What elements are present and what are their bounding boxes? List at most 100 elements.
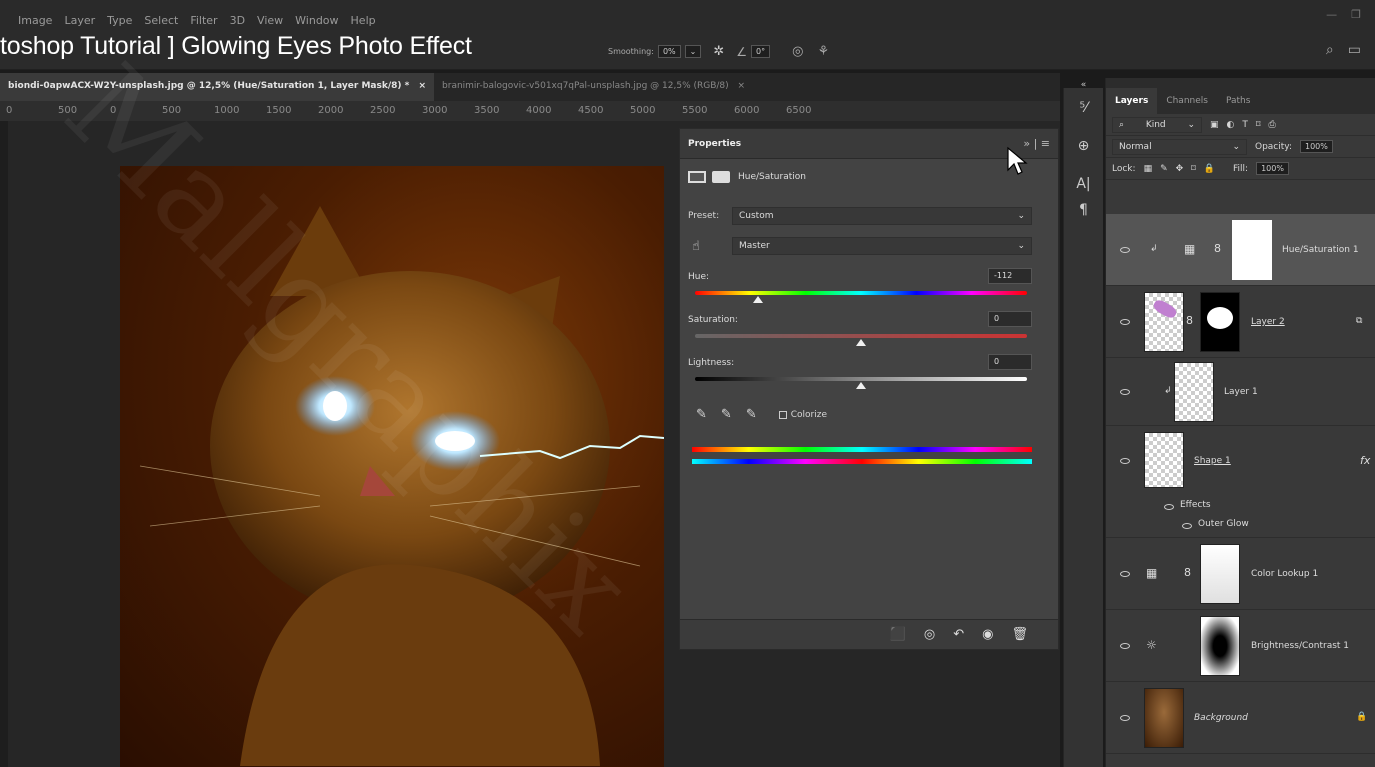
brightness-icon: ☼ xyxy=(1146,638,1157,652)
layer-row[interactable]: ▦ 8 Color Lookup 1 xyxy=(1106,538,1375,610)
chevron-down-icon[interactable]: ⌄ xyxy=(684,45,702,58)
lock-transparency-icon[interactable]: ▦ xyxy=(1144,164,1153,174)
workspace-icon[interactable]: ▭ xyxy=(1348,42,1361,58)
menu-filter[interactable]: Filter xyxy=(190,14,217,27)
adjustment-name: Hue/Saturation xyxy=(738,172,806,182)
filter-pixel-icon[interactable]: ▣ xyxy=(1210,120,1219,130)
hand-adjust-icon[interactable]: ☝ xyxy=(688,239,732,254)
menu-3d[interactable]: 3D xyxy=(230,14,245,27)
character-icon[interactable]: A| xyxy=(1064,176,1103,192)
layer-mask-thumbnail[interactable] xyxy=(1200,544,1240,604)
saturation-input[interactable]: 0 xyxy=(988,311,1032,327)
eye-icon[interactable] xyxy=(1120,715,1130,721)
eye-icon[interactable] xyxy=(1120,458,1130,464)
layer-mask-thumbnail[interactable] xyxy=(1232,220,1272,280)
channel-dropdown[interactable]: Master ⌄ xyxy=(732,237,1032,255)
menu-window[interactable]: Window xyxy=(295,14,338,27)
layer-row[interactable]: Background 🔒 xyxy=(1106,682,1375,754)
minimize-icon[interactable]: — xyxy=(1326,8,1337,21)
filter-type-icon[interactable]: T xyxy=(1242,120,1248,130)
menu-select[interactable]: Select xyxy=(144,14,178,27)
eye-icon[interactable] xyxy=(1120,571,1130,577)
angle-input[interactable]: 0° xyxy=(751,45,771,58)
close-icon[interactable]: × xyxy=(418,81,426,91)
saturation-slider-handle[interactable] xyxy=(856,339,866,346)
eye-icon[interactable] xyxy=(1120,389,1130,395)
layer-row[interactable]: Shape 1 fx Effects Outer Glow xyxy=(1106,426,1375,538)
hue-slider-track[interactable] xyxy=(695,291,1027,295)
eyedropper-plus-icon[interactable]: ✎ xyxy=(721,407,732,422)
collapse-icon[interactable]: « xyxy=(1064,80,1103,90)
trash-icon[interactable]: 🗑 xyxy=(1011,627,1028,642)
filter-adjustment-icon[interactable]: ◐ xyxy=(1227,120,1235,130)
blend-mode-value: Normal xyxy=(1119,141,1152,152)
view-previous-icon[interactable]: ◎ xyxy=(924,627,935,642)
eye-icon[interactable] xyxy=(1120,247,1130,253)
preset-dropdown[interactable]: Custom ⌄ xyxy=(732,207,1032,225)
eye-icon[interactable] xyxy=(1120,643,1130,649)
layer-mask-thumbnail[interactable] xyxy=(1200,616,1240,676)
symmetry-icon[interactable]: ⚘ xyxy=(817,44,829,59)
tab-paths[interactable]: Paths xyxy=(1217,88,1259,114)
eye-icon[interactable] xyxy=(1120,319,1130,325)
tab-document-2[interactable]: branimir-balogovic-v501xq7qPal-unsplash.… xyxy=(434,73,753,101)
tab-document-1[interactable]: biondi-0apwACX-W2Y-unsplash.jpg @ 12,5% … xyxy=(0,73,435,101)
layer-row[interactable]: ↲ Layer 1 xyxy=(1106,358,1375,426)
history-icon[interactable]: ⁵⁄ xyxy=(1064,100,1103,116)
blend-mode-dropdown[interactable]: Normal ⌄ xyxy=(1112,138,1247,155)
opacity-input[interactable]: 100% xyxy=(1300,140,1333,153)
libraries-icon[interactable]: ⊕ xyxy=(1064,138,1103,154)
colorize-checkbox[interactable] xyxy=(778,410,787,419)
eyedropper-icon[interactable]: ✎ xyxy=(696,407,707,422)
fx-icon[interactable]: fx xyxy=(1360,454,1370,467)
lightness-label: Lightness: xyxy=(688,358,735,368)
menu-image[interactable]: Image xyxy=(18,14,52,27)
lock-move-icon[interactable]: ✥ xyxy=(1176,164,1184,174)
reset-icon[interactable]: ↶ xyxy=(953,627,964,642)
hue-saturation-icon: ▦ xyxy=(1184,242,1196,256)
layer-row[interactable]: 8 Layer 2 ⧉ xyxy=(1106,286,1375,358)
menu-help[interactable]: Help xyxy=(351,14,376,27)
properties-panel: Properties » | ≡ Hue/Saturation Preset: … xyxy=(679,128,1059,650)
menu-layer[interactable]: Layer xyxy=(64,14,95,27)
restore-icon[interactable]: ❐ xyxy=(1351,8,1361,21)
search-icon[interactable]: ⌕ xyxy=(1326,42,1334,58)
lock-paint-icon[interactable]: ✎ xyxy=(1160,164,1168,174)
lightness-input[interactable]: 0 xyxy=(988,354,1032,370)
ruler-tick: 0 xyxy=(6,105,13,116)
filter-shape-icon[interactable]: ⌑ xyxy=(1256,120,1261,130)
cat-photo[interactable] xyxy=(120,166,664,767)
pressure-icon[interactable]: ◎ xyxy=(792,44,803,59)
clip-to-layer-icon[interactable]: ⬛ xyxy=(890,627,906,642)
layer-row[interactable]: ↲ ▦ 8 Hue/Saturation 1 xyxy=(1106,214,1375,286)
menu-view[interactable]: View xyxy=(257,14,283,27)
channel-value: Master xyxy=(739,241,770,251)
close-icon[interactable]: × xyxy=(738,81,746,91)
lightness-slider-track[interactable] xyxy=(695,377,1027,381)
eyedropper-minus-icon[interactable]: ✎ xyxy=(746,407,757,422)
visibility-icon[interactable]: ◉ xyxy=(982,627,993,642)
hue-input[interactable]: -112 xyxy=(988,268,1032,284)
outer-glow-label: Outer Glow xyxy=(1198,519,1249,529)
hue-label: Hue: xyxy=(688,272,710,282)
fill-input[interactable]: 100% xyxy=(1256,162,1289,175)
tab-layers[interactable]: Layers xyxy=(1106,88,1158,114)
lightness-slider-handle[interactable] xyxy=(856,382,866,389)
tab-channels[interactable]: Channels xyxy=(1157,88,1217,114)
eye-icon[interactable] xyxy=(1164,504,1174,510)
paragraph-icon[interactable]: ¶ xyxy=(1064,202,1103,218)
layer-row[interactable]: ☼ Brightness/Contrast 1 xyxy=(1106,610,1375,682)
eye-icon[interactable] xyxy=(1182,523,1192,529)
hue-slider-handle[interactable] xyxy=(752,296,763,303)
chevron-down-icon: ⌄ xyxy=(1232,141,1240,152)
mask-icon[interactable] xyxy=(712,171,730,183)
smoothing-input[interactable]: 0% xyxy=(657,45,681,58)
menu-type[interactable]: Type xyxy=(107,14,132,27)
layer-mask-thumbnail[interactable] xyxy=(1200,292,1240,352)
saturation-slider-track[interactable] xyxy=(695,334,1027,338)
filter-smart-icon[interactable]: ⎙ xyxy=(1269,120,1276,130)
kind-dropdown[interactable]: ⌕ Kind ⌄ xyxy=(1112,116,1202,133)
lock-artboard-icon[interactable]: ⌑ xyxy=(1191,164,1196,174)
lock-all-icon[interactable]: 🔒 xyxy=(1204,164,1215,174)
gear-icon[interactable]: ✲ xyxy=(713,44,724,59)
